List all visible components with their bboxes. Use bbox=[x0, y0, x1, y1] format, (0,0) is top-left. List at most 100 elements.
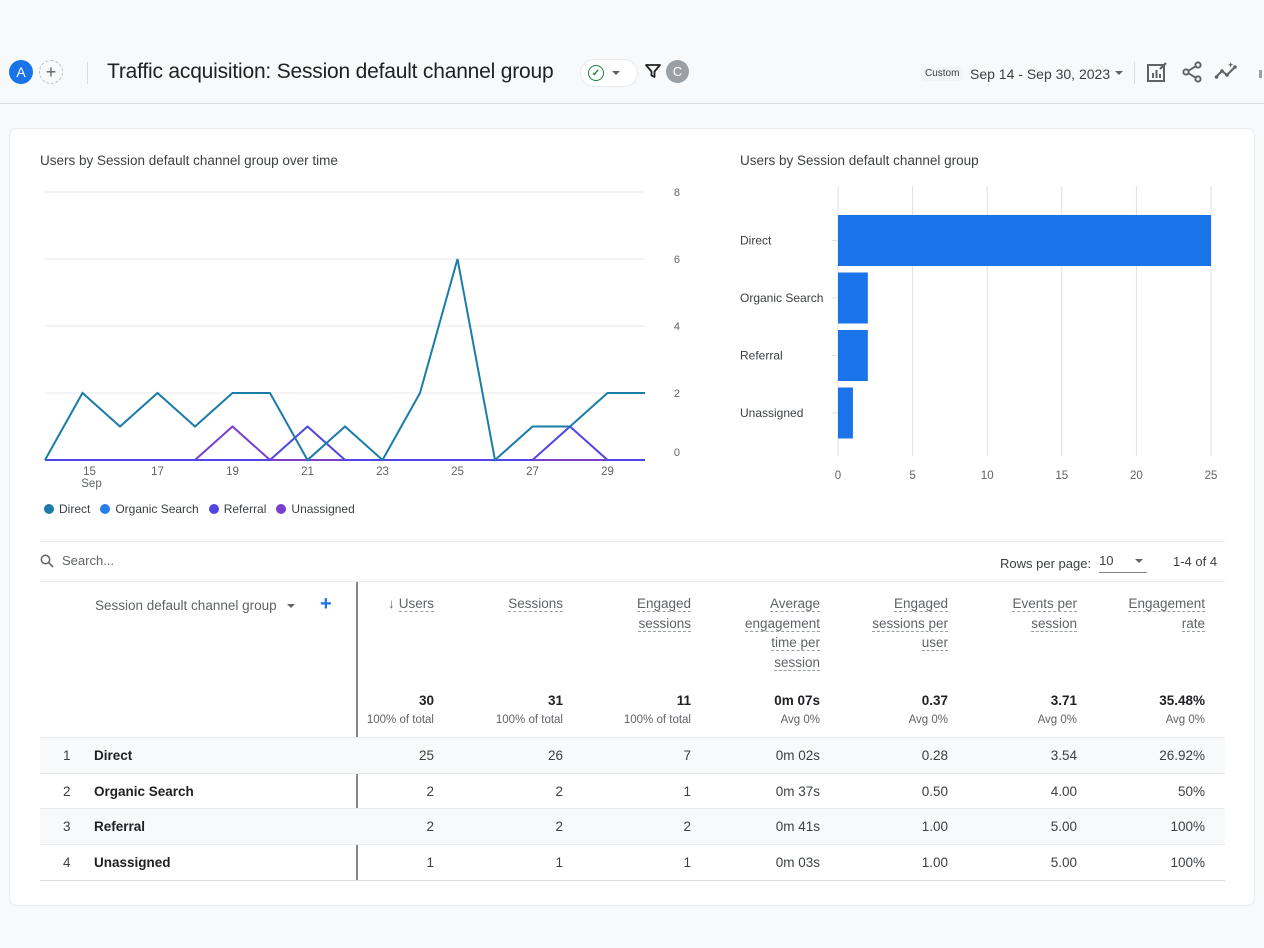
y-tick-label: 6 bbox=[674, 254, 680, 266]
column-header-engaged-sessions-per-user[interactable]: Engaged sessions per user bbox=[872, 594, 948, 653]
date-range-picker[interactable]: Sep 14 - Sep 30, 2023 bbox=[970, 66, 1110, 82]
column-total: 0m 07s bbox=[774, 693, 820, 708]
rows-per-page: Rows per page: 10 bbox=[1000, 553, 1148, 573]
bar-direct[interactable] bbox=[838, 215, 1211, 266]
y-tick-label: Unassigned bbox=[740, 406, 803, 420]
x-tick-label: 29 bbox=[601, 466, 614, 478]
x-tick-label: 25 bbox=[451, 466, 464, 478]
dimension-header-label: Session default channel group bbox=[95, 598, 277, 613]
column-total-subtext: Avg 0% bbox=[780, 714, 820, 726]
column-header-engaged-sessions[interactable]: Engaged sessions bbox=[636, 594, 691, 633]
table-row[interactable]: 2 Organic Search 2 2 1 0m 37s 0.50 4.00 50% bbox=[40, 772, 1225, 809]
column-header-text: user bbox=[921, 635, 948, 651]
share-icon[interactable] bbox=[1180, 60, 1204, 84]
column-header-text: sessions per bbox=[872, 615, 948, 632]
series-line-direct[interactable] bbox=[44, 258, 645, 462]
search-icon bbox=[40, 554, 54, 568]
divider bbox=[40, 581, 1225, 582]
line-chart: 0 2 4 6 8 15 17 19 21 23 25 27 29 Sep bbox=[44, 187, 680, 490]
bar-unassigned[interactable] bbox=[838, 387, 853, 439]
series-line-referral[interactable] bbox=[45, 425, 645, 461]
legend-item-organic-search[interactable]: Organic Search bbox=[100, 502, 199, 516]
column-total-subtext: 100% of total bbox=[623, 714, 691, 726]
column-header-average-engagement-time-per-session[interactable]: Average engagement time per session bbox=[744, 594, 820, 672]
column-total: 0.37 bbox=[921, 693, 948, 708]
add-comparison-button[interactable]: + bbox=[39, 60, 63, 84]
row-dimension-value[interactable]: Direct bbox=[94, 748, 132, 763]
column-total: 3.71 bbox=[1050, 693, 1077, 708]
row-dimension-value[interactable]: Organic Search bbox=[94, 784, 194, 799]
edit-report-icon[interactable] bbox=[1145, 60, 1169, 84]
search-input[interactable]: Search... bbox=[62, 553, 114, 568]
insights-icon[interactable] bbox=[1214, 60, 1238, 84]
date-caret-down-icon[interactable] bbox=[1115, 71, 1123, 75]
table-row[interactable]: 1 Direct 25 26 7 0m 02s 0.28 3.54 26.92% bbox=[40, 737, 1225, 773]
legend-item-referral[interactable]: Referral bbox=[208, 502, 266, 516]
table-search[interactable]: Search... bbox=[40, 553, 114, 568]
column-header-text: Events per bbox=[1012, 596, 1077, 612]
table-bottom-border bbox=[40, 880, 1225, 881]
line-chart-title: Users by Session default channel group o… bbox=[40, 153, 338, 168]
legend-dot bbox=[100, 504, 111, 514]
bar-referral[interactable] bbox=[838, 330, 868, 381]
filter-icon[interactable] bbox=[645, 63, 661, 79]
row-dimension-value[interactable]: Referral bbox=[94, 819, 145, 834]
column-header-text: Users bbox=[398, 596, 434, 612]
table-row[interactable]: 4 Unassigned 1 1 1 0m 03s 1.00 5.00 100% bbox=[40, 843, 1225, 880]
column-header-text: sessions bbox=[638, 615, 691, 632]
plus-icon: + bbox=[45, 62, 57, 82]
x-tick-label: 0 bbox=[835, 470, 841, 482]
row-metric-value: 1 bbox=[683, 783, 691, 799]
legend-dot bbox=[276, 504, 287, 514]
dimension-selector[interactable]: Session default channel group bbox=[95, 598, 295, 613]
column-header-engagement-rate[interactable]: Engagement rate bbox=[1128, 594, 1205, 633]
add-dimension-button[interactable]: + bbox=[320, 593, 332, 616]
y-tick-label: 2 bbox=[674, 388, 680, 400]
row-dimension-value[interactable]: Unassigned bbox=[94, 855, 171, 870]
column-header-text: session bbox=[774, 654, 820, 671]
legend-item-unassigned[interactable]: Unassigned bbox=[276, 502, 355, 516]
row-metric-value: 2 bbox=[683, 819, 691, 834]
comparison-avatar-a[interactable]: A bbox=[9, 60, 33, 84]
row-metric-value: 0m 03s bbox=[775, 854, 820, 870]
row-index: 1 bbox=[63, 748, 71, 763]
x-tick-label: 27 bbox=[526, 466, 539, 478]
row-index: 4 bbox=[63, 854, 71, 870]
bar-chart: 0 5 10 15 20 25 Direct Organic Search Referral Un… bbox=[740, 186, 1217, 482]
sort-descending-icon[interactable]: ↓ bbox=[388, 596, 395, 611]
comparison-avatar-c[interactable]: C bbox=[666, 60, 689, 83]
bar-chart-title: Users by Session default channel group bbox=[740, 153, 979, 168]
row-metric-value: 50% bbox=[1177, 783, 1205, 799]
column-header-text: Engaged bbox=[893, 596, 948, 612]
row-metric-value: 3.54 bbox=[1050, 748, 1077, 763]
check-circle-icon: ✓ bbox=[588, 65, 604, 81]
date-type-chip: Custom bbox=[921, 67, 964, 81]
row-metric-value: 0.28 bbox=[921, 748, 948, 763]
legend-item-direct[interactable]: Direct bbox=[44, 502, 90, 516]
series-line-unassigned[interactable] bbox=[45, 425, 645, 461]
row-index: 2 bbox=[63, 783, 71, 799]
column-header-text: Sessions bbox=[508, 596, 563, 612]
column-total-subtext: Avg 0% bbox=[1037, 714, 1077, 726]
rows-per-page-select[interactable]: 10 bbox=[1099, 553, 1148, 573]
table-row[interactable]: 3 Referral 2 2 2 0m 41s 1.00 5.00 100% bbox=[40, 808, 1225, 844]
divider bbox=[87, 62, 88, 84]
bar-organic-search[interactable] bbox=[838, 272, 868, 324]
row-metric-value: 0m 02s bbox=[775, 748, 820, 763]
x-tick-label: 21 bbox=[301, 466, 314, 478]
column-header-users[interactable]: ↓ Users bbox=[388, 594, 434, 614]
legend-dot bbox=[44, 504, 54, 514]
row-metric-value: 1 bbox=[555, 854, 563, 870]
row-index: 3 bbox=[63, 819, 71, 834]
column-header-sessions[interactable]: Sessions bbox=[508, 594, 563, 614]
row-metric-value: 26.92% bbox=[1159, 748, 1205, 763]
caret-down-icon bbox=[286, 603, 295, 608]
caret-down-icon bbox=[1135, 559, 1144, 563]
y-tick-label: Direct bbox=[740, 234, 772, 248]
row-metric-value: 2 bbox=[555, 783, 563, 799]
report-status-dropdown[interactable]: ✓ bbox=[580, 59, 638, 87]
row-metric-value: 25 bbox=[418, 748, 434, 763]
pagination-status: 1-4 of 4 bbox=[1173, 554, 1218, 569]
divider bbox=[1134, 62, 1135, 84]
column-header-events-per-session[interactable]: Events per session bbox=[1012, 594, 1077, 633]
